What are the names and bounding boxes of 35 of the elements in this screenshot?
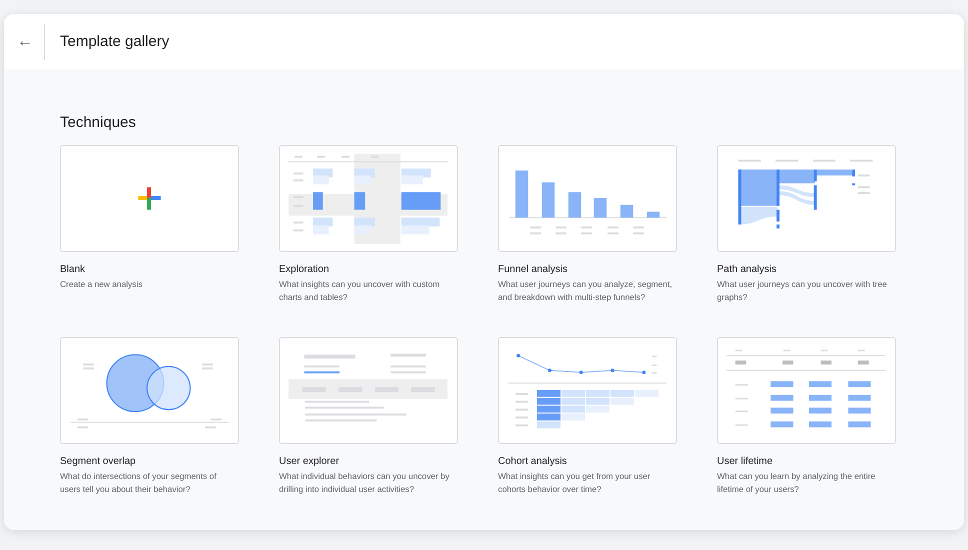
template-description: What insights can you get from your user cohorts behavior over time? (498, 470, 652, 496)
template-thumbnail[interactable] (60, 337, 239, 444)
template-title: Blank (60, 264, 86, 275)
template-thumbnail[interactable] (498, 145, 677, 252)
section-title: Techniques (60, 114, 137, 131)
template-description: What can you learn by analyzing the entire lifetime of your users? (717, 470, 876, 496)
data-point (516, 354, 520, 358)
template-description: What user journeys can you uncover with tree graphs? (717, 278, 888, 304)
template-thumbnail[interactable] (717, 145, 896, 252)
template-thumbnail[interactable] (60, 145, 239, 252)
template-thumbnail[interactable] (717, 337, 896, 444)
template-description: Create a new analysis (60, 278, 144, 291)
template-description: What insights can you uncover with custom charts and tables? (279, 278, 441, 304)
template-thumbnail[interactable] (498, 337, 677, 444)
template-description: What individual behaviors can you uncover by drilling into individual user activities? (279, 470, 450, 496)
template-title: Funnel analysis (498, 264, 568, 275)
back-button[interactable]: ← (6, 30, 44, 52)
template-title: Path analysis (717, 264, 778, 275)
template-description: What do intersections of your segments of users tell you about their behavior? (60, 470, 218, 496)
page-title: Template gallery (60, 33, 170, 50)
axis-tick-marks (652, 356, 657, 374)
template-title: Exploration (279, 264, 330, 275)
template-title: User explorer (279, 456, 340, 467)
data-point (610, 368, 614, 372)
template-description: What user journeys can you analyze, segment, and breakdown with multi-step funnels? (498, 278, 674, 304)
plus-icon (138, 187, 161, 210)
template-thumbnail[interactable] (279, 337, 458, 444)
template-title: Segment overlap (60, 456, 137, 467)
row-label-marks (515, 392, 528, 426)
template-thumbnail[interactable] (279, 145, 458, 252)
template-title: User lifetime (717, 456, 774, 467)
template-title: Cohort analysis (498, 456, 568, 467)
data-point (548, 368, 552, 372)
data-point (579, 370, 583, 374)
data-point (642, 370, 646, 374)
